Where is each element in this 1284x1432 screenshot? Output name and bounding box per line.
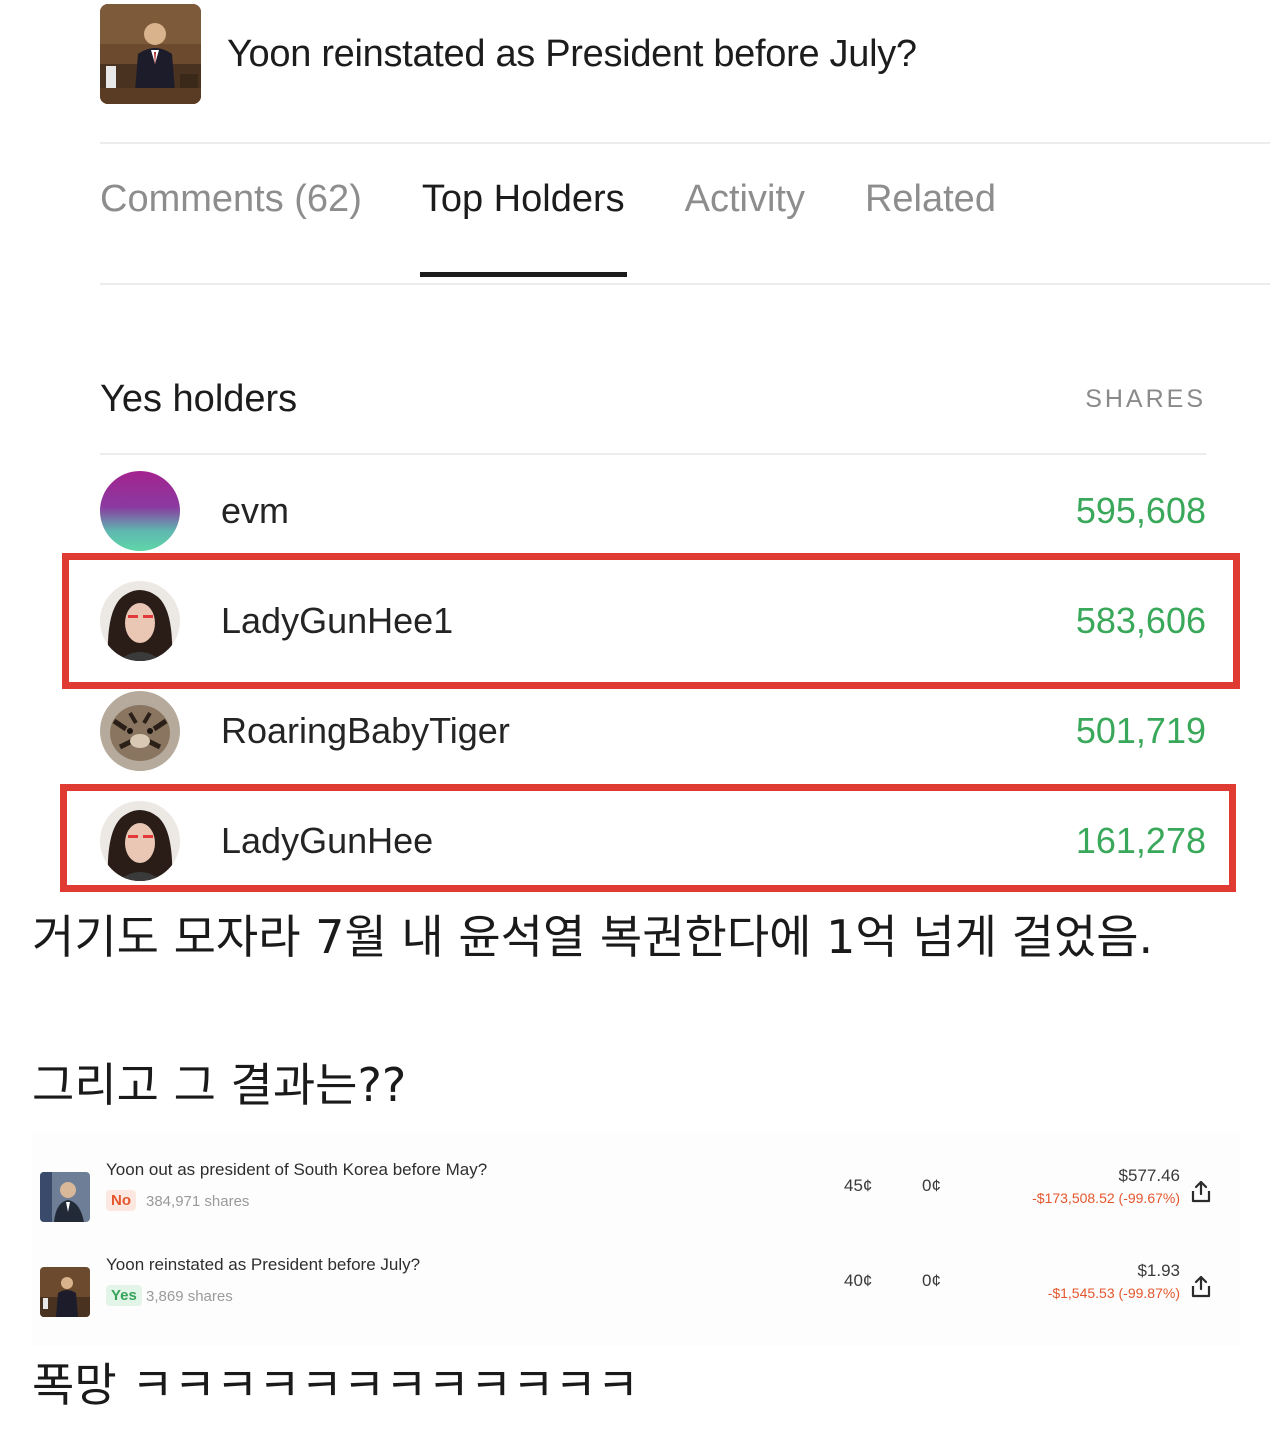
holder-shares: 583,606 xyxy=(1075,600,1206,641)
post-text-line: 그리고 그 결과는?? xyxy=(32,1058,407,1112)
positions-panel: Yoon out as president of South Korea bef… xyxy=(32,1132,1240,1346)
avg-price: 40¢ xyxy=(844,1271,873,1290)
current-price: 0¢ xyxy=(922,1271,941,1290)
position-row[interactable]: Yoon out as president of South Korea bef… xyxy=(32,1160,1240,1230)
outcome-badge: No xyxy=(106,1190,136,1211)
position-title[interactable]: Yoon reinstated as President before July… xyxy=(106,1255,420,1275)
position-shares: 384,971 shares xyxy=(146,1193,250,1210)
holder-row[interactable]: RoaringBabyTiger 501,719 xyxy=(100,691,1206,771)
avatar[interactable] xyxy=(100,581,180,661)
holder-name[interactable]: LadyGunHee1 xyxy=(221,600,1076,642)
tab-related[interactable]: Related xyxy=(865,178,996,277)
tab-top-holders[interactable]: Top Holders xyxy=(419,178,627,277)
tabs-divider xyxy=(100,283,1270,285)
position-pnl: -$173,508.52 (-99.67%) xyxy=(1032,1190,1180,1206)
share-icon[interactable] xyxy=(1190,1275,1212,1299)
avatar[interactable] xyxy=(100,691,180,771)
post-text-line: 거기도 모자라 7월 내 윤석열 복권한다에 1억 넘게 걸었음. xyxy=(32,910,1154,964)
outcome-badge: Yes xyxy=(106,1285,142,1306)
holders-divider xyxy=(100,453,1206,455)
share-icon[interactable] xyxy=(1190,1180,1212,1204)
holder-shares: 161,278 xyxy=(1075,820,1206,861)
post-text-paragraph: 그리고 그 결과는?? xyxy=(32,1048,1262,1122)
shares-column-label: SHARES xyxy=(1085,385,1206,413)
position-shares: 3,869 shares xyxy=(146,1288,233,1305)
holder-row[interactable]: LadyGunHee 161,278 xyxy=(100,801,1206,881)
market-title[interactable]: Yoon reinstated as President before July… xyxy=(227,33,917,76)
holders-title: Yes holders xyxy=(100,378,298,420)
header-divider xyxy=(100,142,1270,144)
position-title[interactable]: Yoon out as president of South Korea bef… xyxy=(106,1160,487,1180)
position-value: $577.46 xyxy=(1118,1166,1180,1185)
position-value: $1.93 xyxy=(1137,1261,1180,1280)
market-header: Yoon reinstated as President before July… xyxy=(100,4,917,104)
current-price: 0¢ xyxy=(922,1176,941,1195)
tab-bar: Comments (62) Top Holders Activity Relat… xyxy=(100,178,996,277)
tab-activity[interactable]: Activity xyxy=(685,178,805,277)
holders-header: Yes holders SHARES xyxy=(100,378,1206,421)
post-text-paragraph: 거기도 모자라 7월 내 윤석열 복권한다에 1억 넘게 걸었음. xyxy=(32,900,1262,974)
avatar[interactable] xyxy=(100,801,180,881)
market-thumbnail-image[interactable] xyxy=(100,4,201,104)
holder-name[interactable]: evm xyxy=(221,490,1076,532)
position-thumbnail-image xyxy=(40,1172,90,1222)
holder-shares: 501,719 xyxy=(1075,710,1206,751)
post-text-line: 폭망 ㅋㅋㅋㅋㅋㅋㅋㅋㅋㅋㅋㅋ xyxy=(32,1358,640,1412)
avg-price: 45¢ xyxy=(844,1176,873,1195)
holder-name[interactable]: LadyGunHee xyxy=(221,820,1076,862)
position-row[interactable]: Yoon reinstated as President before July… xyxy=(32,1255,1240,1325)
position-thumbnail-image xyxy=(40,1267,90,1317)
holder-shares: 595,608 xyxy=(1075,490,1206,531)
holder-row[interactable]: LadyGunHee1 583,606 xyxy=(100,581,1206,661)
avatar[interactable] xyxy=(100,471,180,551)
holder-name[interactable]: RoaringBabyTiger xyxy=(221,710,1076,752)
position-pnl: -$1,545.53 (-99.87%) xyxy=(1047,1285,1180,1301)
tab-comments[interactable]: Comments (62) xyxy=(100,178,362,277)
holder-row[interactable]: evm 595,608 xyxy=(100,471,1206,551)
